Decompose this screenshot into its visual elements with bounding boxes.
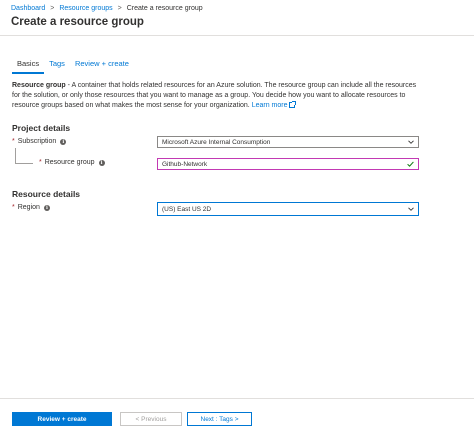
project-details-heading: Project details [12, 123, 71, 133]
tree-connector-horizontal [15, 163, 33, 164]
checkmark-icon [407, 161, 414, 167]
description: Resource group - A container that holds … [12, 81, 422, 111]
subscription-label: * Subscription i [12, 138, 67, 145]
subscription-label-text: Subscription [17, 138, 57, 145]
breadcrumb-dashboard[interactable]: Dashboard [11, 5, 45, 12]
tab-bar: Basics Tags Review + create [12, 59, 134, 74]
breadcrumb-current: Create a resource group [126, 4, 203, 12]
tab-review-create[interactable]: Review + create [70, 59, 134, 72]
subscription-value: Microsoft Azure Internal Consumption [162, 138, 271, 146]
external-link-icon [289, 100, 297, 108]
region-label: * Region i [12, 204, 50, 211]
tab-basics[interactable]: Basics [12, 59, 45, 74]
resource-details-heading: Resource details [12, 189, 81, 199]
required-asterisk: * [39, 159, 42, 166]
footer-divider [0, 398, 474, 399]
description-lead: Resource group [12, 82, 66, 89]
chevron-down-icon [408, 140, 414, 144]
breadcrumb-separator: > [117, 4, 122, 12]
subscription-select[interactable]: Microsoft Azure Internal Consumption [157, 136, 419, 148]
chevron-down-icon [408, 207, 414, 211]
tab-tags[interactable]: Tags [44, 59, 70, 72]
breadcrumb-separator: > [50, 4, 55, 12]
learn-more-link[interactable]: Learn more [252, 102, 288, 109]
info-icon[interactable]: i [60, 138, 67, 145]
resource-group-value: Github-Network [162, 160, 208, 168]
previous-button[interactable]: < Previous [120, 412, 182, 426]
region-value: (US) East US 2D [162, 205, 212, 213]
review-create-button[interactable]: Review + create [12, 412, 112, 426]
region-label-text: Region [17, 204, 40, 211]
breadcrumb: Dashboard > Resource groups > Create a r… [11, 2, 203, 14]
info-icon[interactable]: i [98, 159, 105, 166]
breadcrumb-resource-groups[interactable]: Resource groups [59, 5, 112, 12]
required-asterisk: * [12, 204, 15, 211]
next-tags-button[interactable]: Next : Tags > [187, 412, 252, 426]
required-asterisk: * [12, 138, 15, 145]
page-title: Create a resource group [11, 16, 144, 28]
resource-group-label-text: Resource group [44, 159, 95, 166]
tree-connector-vertical [15, 148, 16, 164]
resource-group-label: * Resource group i [39, 159, 105, 166]
title-divider [0, 35, 474, 36]
resource-group-input[interactable]: Github-Network [157, 158, 419, 170]
region-select[interactable]: (US) East US 2D [157, 202, 419, 216]
description-body: - A container that holds related resourc… [12, 82, 417, 109]
info-icon[interactable]: i [43, 204, 50, 211]
